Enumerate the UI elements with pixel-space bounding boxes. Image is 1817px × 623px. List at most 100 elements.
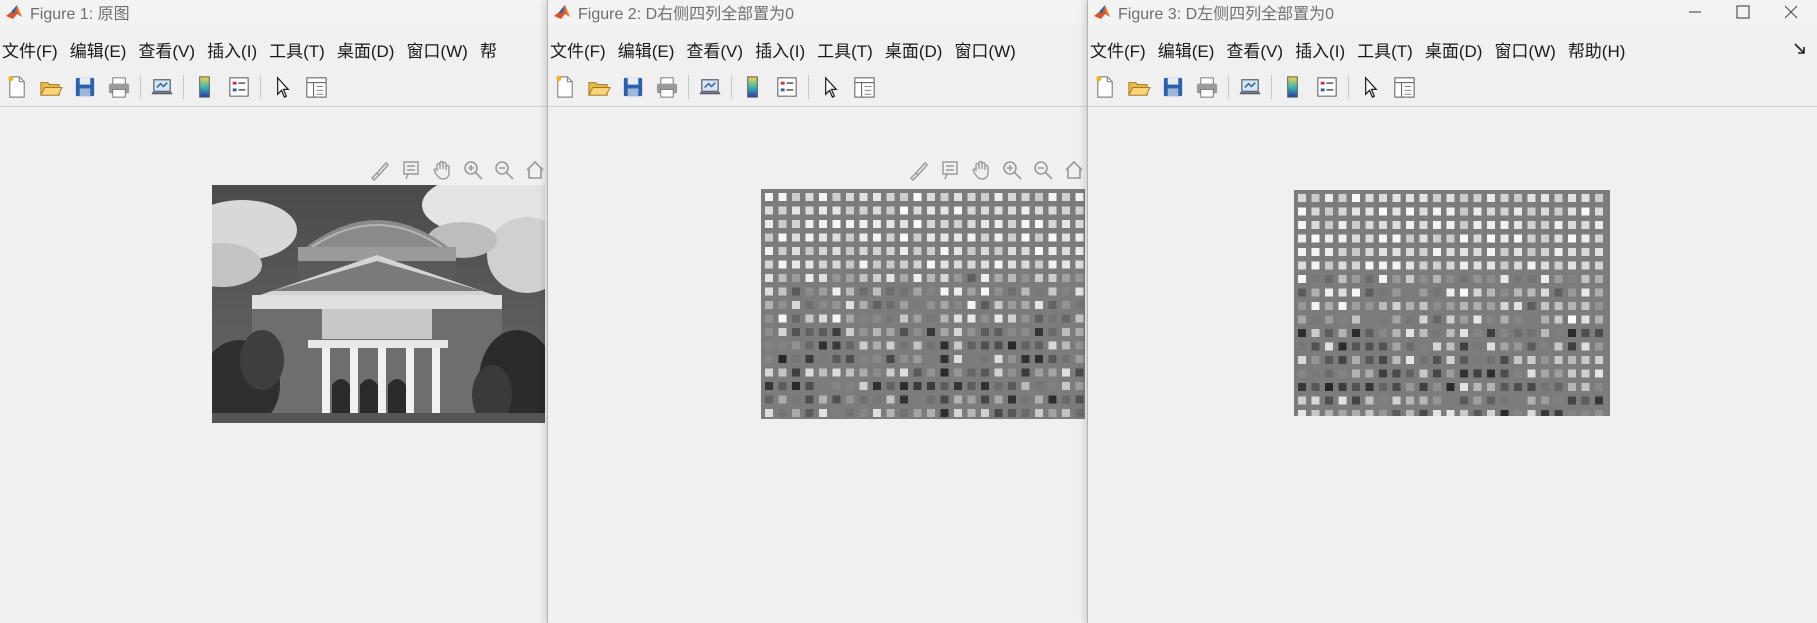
link-plot-icon[interactable] <box>1236 73 1264 101</box>
colorbar-icon[interactable] <box>191 73 219 101</box>
menu-window[interactable]: 窗口(W) <box>1492 37 1563 62</box>
open-file-icon[interactable] <box>585 73 613 101</box>
toolbar-separator <box>1348 74 1349 99</box>
menu-bar: 文件(F) 编辑(E) 查看(V) 插入(I) 工具(T) 桌面(D) 窗口(W… <box>1088 34 1817 64</box>
maximize-icon[interactable] <box>1721 0 1765 24</box>
menu-desktop[interactable]: 桌面(D) <box>335 37 403 62</box>
title-bar[interactable]: Figure 2: D右侧四列全部置为0 <box>548 0 1088 24</box>
figure-toolbar <box>0 70 548 103</box>
compressed-image-left-zeroed <box>1294 190 1610 418</box>
menu-file[interactable]: 文件(F) <box>1088 37 1154 62</box>
menu-window[interactable]: 窗口(W) <box>404 37 475 62</box>
link-plot-icon[interactable] <box>148 73 176 101</box>
toolbar-separator <box>140 74 141 99</box>
edit-plot-arrow-icon[interactable] <box>1356 73 1384 101</box>
colorbar-icon[interactable] <box>739 73 767 101</box>
edit-plot-arrow-icon[interactable] <box>816 73 844 101</box>
colorbar-icon[interactable] <box>1279 73 1307 101</box>
zoom-out-icon[interactable] <box>490 156 518 184</box>
figure-window-1[interactable]: Figure 1: 原图 文件(F) 编辑(E) 查看(V) 插入(I) 工具(… <box>0 0 548 623</box>
dock-arrow-icon[interactable] <box>1793 42 1807 56</box>
figure-toolbar <box>548 70 1088 103</box>
print-icon[interactable] <box>1193 73 1221 101</box>
axes-toolbar <box>366 156 548 184</box>
zoom-in-icon[interactable] <box>998 156 1026 184</box>
matlab-logo-icon <box>1094 5 1110 19</box>
axes-toolbar <box>905 156 1088 184</box>
property-inspector-icon[interactable] <box>302 73 330 101</box>
figure-toolbar <box>1088 70 1817 103</box>
menu-bar: 文件(F) 编辑(E) 查看(V) 插入(I) 工具(T) 桌面(D) 窗口(W… <box>0 34 548 64</box>
save-icon[interactable] <box>71 73 99 101</box>
compressed-image-right-zeroed <box>761 189 1085 419</box>
zoom-in-icon[interactable] <box>459 156 487 184</box>
figure-window-3[interactable]: Figure 3: D左侧四列全部置为0 文件(F) 编辑(E) 查看(V) 插… <box>1087 0 1817 623</box>
data-tips-icon[interactable] <box>936 156 964 184</box>
menu-window[interactable]: 窗口(W) <box>952 37 1023 62</box>
toolbar-separator <box>808 74 809 99</box>
new-figure-icon[interactable] <box>551 73 579 101</box>
menu-edit[interactable]: 编辑(E) <box>1156 37 1223 62</box>
menu-help[interactable]: 帮助(H) <box>1566 37 1634 62</box>
home-restore-icon[interactable] <box>1060 156 1088 184</box>
menu-insert[interactable]: 插入(I) <box>1293 37 1353 62</box>
grayscale-building-photo <box>182 173 548 430</box>
window-title: Figure 3: D左侧四列全部置为0 <box>1118 6 1335 23</box>
menu-view[interactable]: 查看(V) <box>684 37 751 62</box>
window-title: Figure 1: 原图 <box>30 6 130 23</box>
link-plot-icon[interactable] <box>696 73 724 101</box>
legend-icon[interactable] <box>1313 73 1341 101</box>
title-bar[interactable]: Figure 3: D左侧四列全部置为0 <box>1088 0 1817 24</box>
toolbar-divider <box>0 106 548 107</box>
property-inspector-icon[interactable] <box>1390 73 1418 101</box>
menu-insert[interactable]: 插入(I) <box>753 37 813 62</box>
property-inspector-icon[interactable] <box>850 73 878 101</box>
data-tips-icon[interactable] <box>397 156 425 184</box>
edit-plot-arrow-icon[interactable] <box>268 73 296 101</box>
menu-insert[interactable]: 插入(I) <box>205 37 265 62</box>
figure-window-2[interactable]: Figure 2: D右侧四列全部置为0 文件(F) 编辑(E) 查看(V) 插… <box>547 0 1088 623</box>
open-file-icon[interactable] <box>37 73 65 101</box>
menu-view[interactable]: 查看(V) <box>1224 37 1291 62</box>
menu-tools[interactable]: 工具(T) <box>267 37 333 62</box>
matlab-logo-icon <box>554 5 570 19</box>
new-figure-icon[interactable] <box>1091 73 1119 101</box>
minimize-icon[interactable] <box>1673 0 1717 24</box>
menu-file[interactable]: 文件(F) <box>0 37 66 62</box>
menu-tools[interactable]: 工具(T) <box>1355 37 1421 62</box>
menu-file[interactable]: 文件(F) <box>548 37 614 62</box>
open-file-icon[interactable] <box>1125 73 1153 101</box>
menu-edit[interactable]: 编辑(E) <box>68 37 135 62</box>
toolbar-separator <box>731 74 732 99</box>
dct-block-image <box>761 189 1085 419</box>
menu-bar: 文件(F) 编辑(E) 查看(V) 插入(I) 工具(T) 桌面(D) 窗口(W… <box>548 34 1088 64</box>
print-icon[interactable] <box>653 73 681 101</box>
zoom-out-icon[interactable] <box>1029 156 1057 184</box>
menu-help[interactable]: 帮 <box>478 37 505 62</box>
menu-desktop[interactable]: 桌面(D) <box>883 37 951 62</box>
close-icon[interactable] <box>1769 0 1813 24</box>
menu-desktop[interactable]: 桌面(D) <box>1423 37 1491 62</box>
menu-tools[interactable]: 工具(T) <box>815 37 881 62</box>
pan-hand-icon[interactable] <box>967 156 995 184</box>
new-figure-icon[interactable] <box>3 73 31 101</box>
brush-icon[interactable] <box>905 156 933 184</box>
original-image <box>182 173 548 430</box>
pan-hand-icon[interactable] <box>428 156 456 184</box>
save-icon[interactable] <box>619 73 647 101</box>
toolbar-separator <box>688 74 689 99</box>
toolbar-separator <box>1271 74 1272 99</box>
brush-icon[interactable] <box>366 156 394 184</box>
matlab-logo-icon <box>6 5 22 19</box>
legend-icon[interactable] <box>225 73 253 101</box>
print-icon[interactable] <box>105 73 133 101</box>
window-title: Figure 2: D右侧四列全部置为0 <box>578 6 795 23</box>
save-icon[interactable] <box>1159 73 1187 101</box>
legend-icon[interactable] <box>773 73 801 101</box>
menu-edit[interactable]: 编辑(E) <box>616 37 683 62</box>
toolbar-separator <box>1228 74 1229 99</box>
menu-view[interactable]: 查看(V) <box>136 37 203 62</box>
toolbar-separator <box>183 74 184 99</box>
title-bar[interactable]: Figure 1: 原图 <box>0 0 548 24</box>
home-restore-icon[interactable] <box>521 156 548 184</box>
